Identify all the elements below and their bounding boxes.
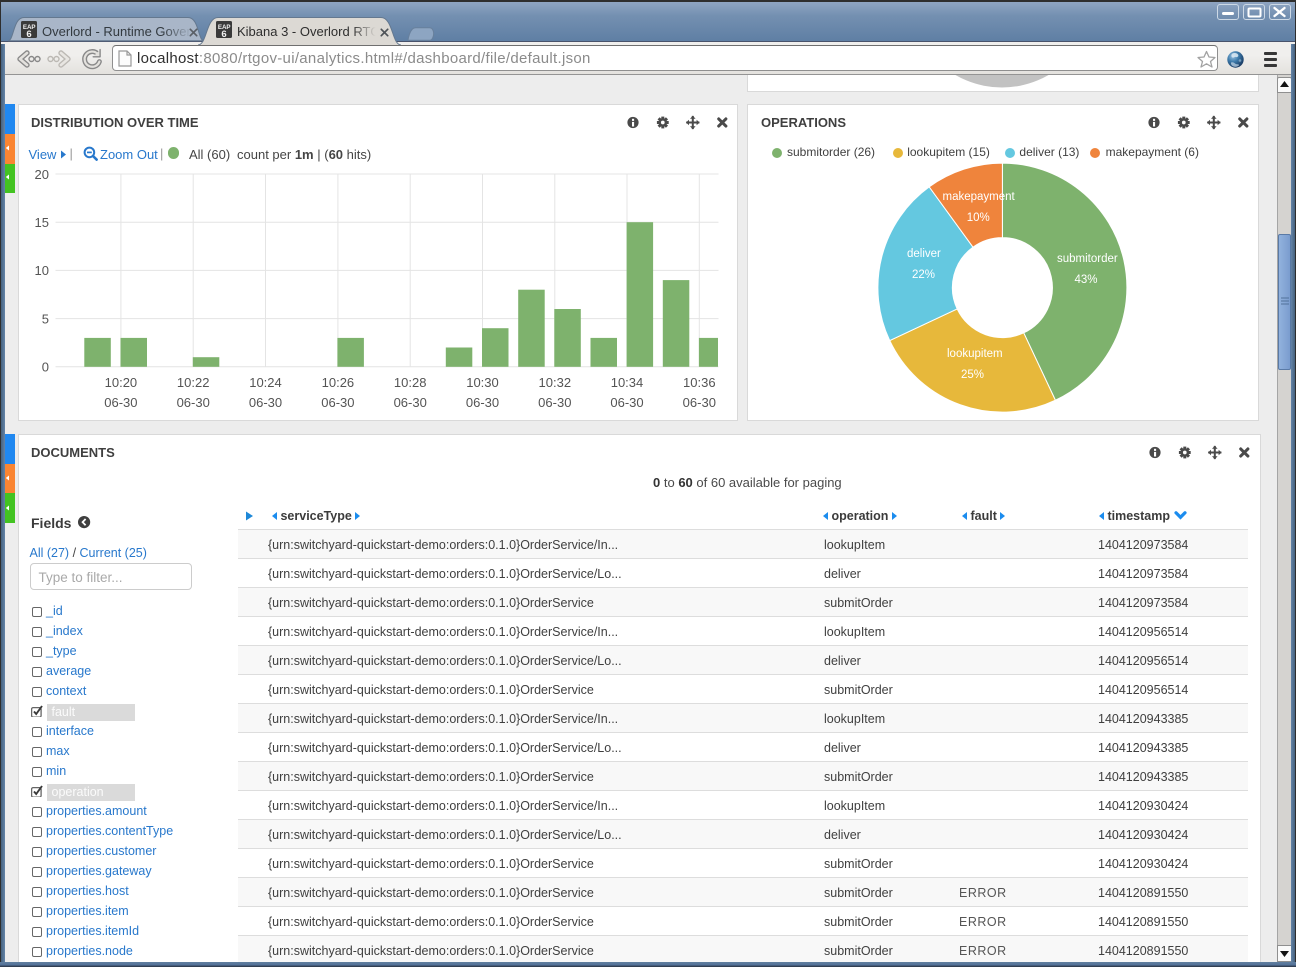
svg-text:06-30: 06-30 (104, 395, 137, 410)
svg-text:06-30: 06-30 (466, 395, 499, 410)
svg-text:06-30: 06-30 (610, 395, 643, 410)
svg-text:06-30: 06-30 (394, 395, 427, 410)
svg-text:10:34: 10:34 (611, 375, 644, 390)
svg-text:6: 6 (221, 29, 226, 38)
svg-text:10:36: 10:36 (683, 375, 716, 390)
svg-text:06-30: 06-30 (321, 395, 354, 410)
svg-text:06-30: 06-30 (683, 395, 716, 410)
svg-text:20: 20 (35, 168, 49, 182)
svg-text:10:24: 10:24 (249, 375, 282, 390)
svg-text:10:28: 10:28 (394, 375, 427, 390)
svg-text:10:30: 10:30 (466, 375, 499, 390)
svg-text:06-30: 06-30 (538, 395, 571, 410)
svg-text:15: 15 (35, 215, 49, 230)
svg-text:6: 6 (26, 29, 31, 38)
svg-text:10: 10 (35, 263, 49, 278)
svg-text:0: 0 (42, 360, 49, 375)
svg-text:10:22: 10:22 (177, 375, 210, 390)
svg-text:06-30: 06-30 (249, 395, 282, 410)
svg-text:06-30: 06-30 (177, 395, 210, 410)
svg-text:5: 5 (42, 312, 49, 327)
svg-text:10:32: 10:32 (539, 375, 572, 390)
svg-text:10:20: 10:20 (105, 375, 138, 390)
svg-text:10:26: 10:26 (322, 375, 355, 390)
